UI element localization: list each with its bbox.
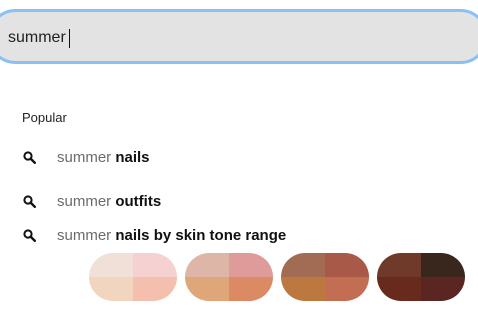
- skin-tone-range-selector: [89, 253, 465, 301]
- tone-swatch: [421, 277, 465, 301]
- suggestion-prefix: summer: [57, 226, 112, 244]
- tone-swatch: [185, 277, 229, 301]
- tone-swatch: [377, 253, 421, 277]
- search-icon: [22, 228, 36, 242]
- text-caret: [68, 28, 70, 48]
- search-suggestions-panel: summer Popular summer nails summer outfi…: [0, 0, 478, 317]
- suggestion-text: summer outfits: [57, 193, 161, 210]
- suggestion-item[interactable]: summer nails: [22, 147, 150, 167]
- tone-swatch: [281, 277, 325, 301]
- suggestion-item[interactable]: summer nails by skin tone range: [22, 225, 286, 245]
- tone-swatch: [133, 253, 177, 277]
- tone-swatch: [229, 253, 273, 277]
- tone-swatch: [133, 277, 177, 301]
- suggestion-text: summer nails by skin tone range: [57, 227, 286, 244]
- suggestion-completion: nails: [115, 148, 150, 166]
- tone-swatch: [421, 253, 465, 277]
- search-icon: [22, 150, 36, 164]
- skin-tone-medium-light-button[interactable]: [185, 253, 273, 301]
- tone-swatch: [325, 277, 369, 301]
- section-title-popular: Popular: [22, 110, 67, 125]
- search-bar[interactable]: summer: [0, 9, 478, 64]
- suggestion-text: summer nails: [57, 149, 150, 166]
- tone-swatch: [281, 253, 325, 277]
- skin-tone-medium-dark-button[interactable]: [281, 253, 369, 301]
- suggestion-prefix: summer: [57, 148, 112, 166]
- tone-swatch: [89, 253, 133, 277]
- search-icon: [22, 194, 36, 208]
- tone-swatch: [185, 253, 229, 277]
- suggestion-completion: outfits: [115, 192, 162, 210]
- tone-swatch: [89, 277, 133, 301]
- suggestion-item[interactable]: summer outfits: [22, 191, 161, 211]
- tone-swatch: [377, 277, 421, 301]
- search-input[interactable]: summer: [8, 27, 478, 49]
- search-input-value: summer: [8, 29, 66, 46]
- suggestion-completion: nails by skin tone range: [115, 226, 287, 244]
- skin-tone-light-button[interactable]: [89, 253, 177, 301]
- tone-swatch: [229, 277, 273, 301]
- skin-tone-dark-button[interactable]: [377, 253, 465, 301]
- suggestion-prefix: summer: [57, 192, 112, 210]
- tone-swatch: [325, 253, 369, 277]
